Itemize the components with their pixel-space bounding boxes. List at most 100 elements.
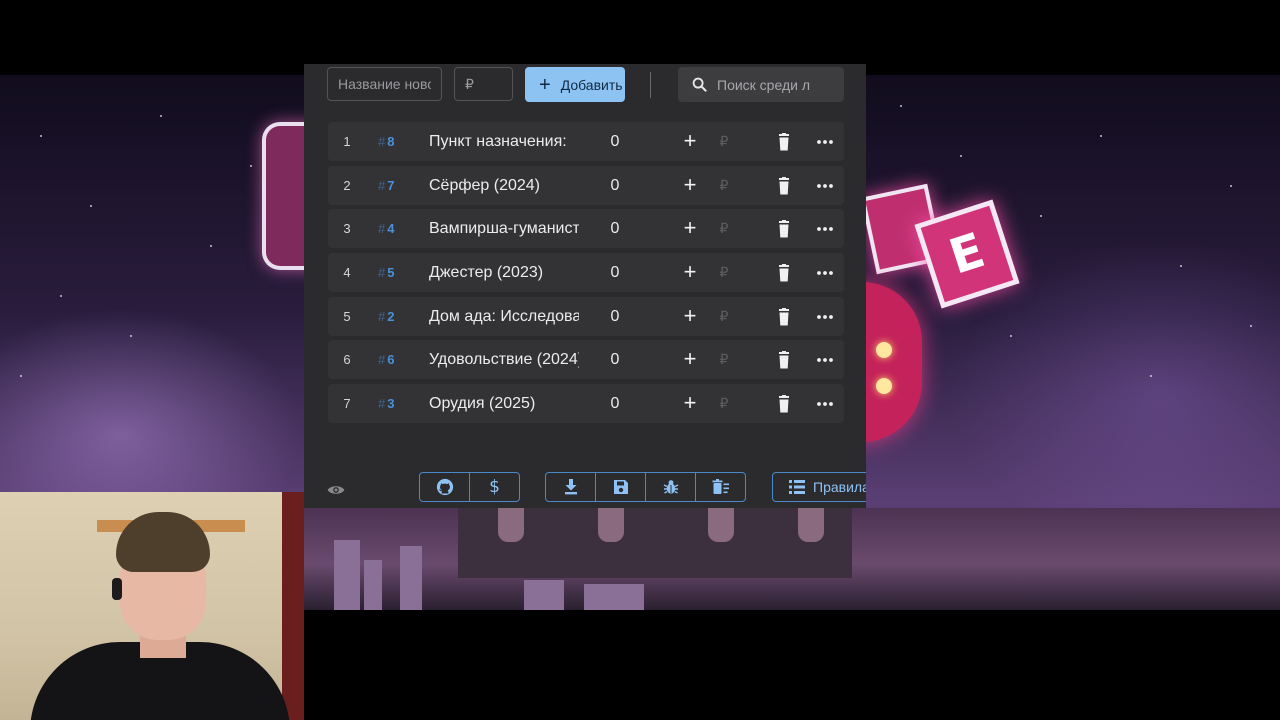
data-button-group (545, 472, 746, 502)
add-amount-button[interactable]: + (676, 253, 704, 291)
trash-icon[interactable] (772, 307, 796, 326)
currency-icon: ₽ (719, 351, 729, 368)
item-number: 6 (343, 352, 351, 368)
item-name-input[interactable] (338, 76, 431, 92)
hash-icon: # (378, 221, 386, 237)
list-item: 1 #8 Пункт назначения: 0 + ₽ (328, 122, 844, 161)
more-options-icon[interactable] (814, 351, 836, 369)
item-number: 3 (343, 221, 351, 237)
item-count: 0 (610, 133, 620, 150)
list-item: 5 #2 Дом ада: Исследование 0 + ₽ (328, 296, 844, 336)
donate-button[interactable]: $ (470, 473, 519, 501)
footer-toolbar: $ Правила (304, 472, 866, 508)
bug-icon (663, 480, 678, 494)
item-count: 0 (610, 395, 620, 413)
list-item: 7 #3 Орудия (2025) 0 + ₽ (328, 384, 844, 424)
building-roof (458, 508, 852, 578)
rules-button[interactable]: Правила (772, 472, 866, 502)
add-amount-button[interactable]: + (676, 384, 704, 422)
item-number: 2 (343, 177, 351, 193)
add-item-button[interactable]: + Добавить (525, 67, 625, 102)
links-button-group: $ (419, 472, 520, 502)
item-id-tag[interactable]: #5 (378, 253, 394, 292)
item-id: 4 (387, 221, 395, 237)
item-title[interactable]: Вампирша-гуманист (429, 209, 579, 248)
github-icon (436, 478, 453, 496)
item-number: 7 (343, 396, 351, 412)
list-item: 3 #4 Вампирша-гуманист 0 + ₽ (328, 209, 844, 249)
add-amount-button[interactable]: + (676, 122, 704, 160)
add-amount-button[interactable]: + (676, 297, 704, 335)
neon-sign-right: E (860, 120, 1020, 310)
download-button[interactable] (546, 473, 596, 501)
trash-icon[interactable] (772, 264, 796, 282)
trash-icon[interactable] (772, 351, 796, 369)
item-name-input-wrap[interactable] (327, 67, 442, 101)
hash-icon: # (378, 396, 386, 412)
hash-icon: # (378, 177, 386, 193)
currency-icon: ₽ (719, 176, 729, 193)
list-item: 6 #6 Удовольствие (2024) 0 + ₽ (328, 340, 844, 380)
toolbar: + Добавить (304, 64, 866, 114)
clear-list-icon (712, 479, 729, 494)
list-item: 2 #7 Сёрфер (2024) 0 + ₽ (328, 165, 844, 205)
item-id-tag[interactable]: #6 (378, 340, 394, 379)
webcam-overlay (0, 492, 304, 720)
more-options-icon[interactable] (814, 133, 836, 151)
more-options-icon[interactable] (814, 177, 836, 195)
hash-icon: # (378, 308, 386, 324)
save-button[interactable] (596, 473, 646, 501)
more-options-icon[interactable] (814, 395, 836, 413)
item-title[interactable]: Орудия (2025) (429, 384, 579, 423)
item-id: 5 (387, 265, 395, 281)
currency-icon: ₽ (719, 395, 729, 412)
currency-icon: ₽ (719, 307, 729, 324)
toolbar-divider (650, 72, 651, 98)
list-item: 4 #5 Джестер (2023) 0 + ₽ (328, 253, 844, 293)
search-icon (692, 77, 707, 92)
list-icon (789, 480, 805, 494)
eye-icon[interactable] (326, 480, 346, 500)
item-count: 0 (610, 176, 620, 194)
item-id-tag[interactable]: #7 (378, 166, 394, 205)
plus-icon: + (539, 73, 551, 96)
rules-label: Правила (813, 479, 866, 495)
item-number: 4 (343, 265, 351, 281)
price-input[interactable] (465, 76, 502, 92)
more-options-icon[interactable] (814, 264, 836, 282)
add-amount-button[interactable]: + (676, 340, 704, 378)
item-count: 0 (610, 351, 620, 369)
search-box[interactable] (678, 67, 844, 102)
item-id: 3 (387, 396, 395, 412)
trash-icon[interactable] (772, 176, 796, 195)
item-id: 6 (387, 352, 395, 368)
add-amount-button[interactable]: + (676, 209, 704, 247)
item-id-tag[interactable]: #3 (378, 384, 394, 423)
item-title[interactable]: Удовольствие (2024) (429, 340, 579, 379)
currency-icon: ₽ (719, 133, 729, 149)
add-amount-button[interactable]: + (676, 166, 704, 204)
item-title[interactable]: Джестер (2023) (429, 253, 579, 292)
trash-icon[interactable] (772, 395, 796, 413)
hash-icon: # (378, 352, 386, 368)
wishlist-panel: + Добавить 1 #8 Пункт назначения: 0 + ₽2 #7 Сёр… (304, 64, 866, 508)
item-id-tag[interactable]: #8 (378, 122, 394, 161)
clear-list-button[interactable] (696, 473, 745, 501)
debug-button[interactable] (646, 473, 696, 501)
save-icon (613, 480, 628, 494)
item-title[interactable]: Дом ада: Исследование (429, 297, 579, 336)
more-options-icon[interactable] (814, 220, 836, 238)
item-number: 1 (343, 134, 351, 149)
price-input-wrap[interactable] (454, 67, 513, 101)
github-button[interactable] (420, 473, 470, 501)
item-title[interactable]: Сёрфер (2024) (429, 166, 579, 205)
trash-icon[interactable] (772, 133, 796, 151)
item-id-tag[interactable]: #2 (378, 297, 394, 336)
more-options-icon[interactable] (814, 308, 836, 326)
item-id-tag[interactable]: #4 (378, 209, 394, 248)
dollar-icon: $ (489, 477, 500, 497)
trash-icon[interactable] (772, 220, 796, 238)
search-input[interactable] (717, 76, 817, 93)
item-title[interactable]: Пункт назначения: (429, 122, 579, 161)
item-count: 0 (610, 307, 620, 325)
